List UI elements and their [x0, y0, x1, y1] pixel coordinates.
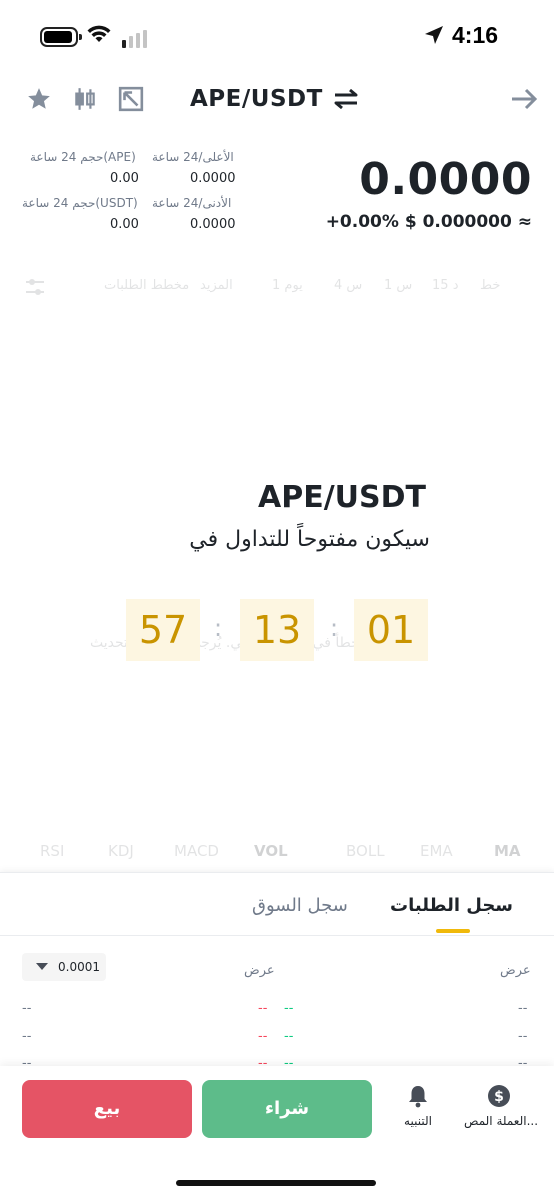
- countdown-box-3: 01: [354, 599, 428, 661]
- pair-header: APE/USDT: [0, 74, 554, 124]
- interval-line[interactable]: خط: [480, 278, 500, 293]
- countdown-pair-title: APE/USDT: [258, 480, 426, 515]
- indicator-ma[interactable]: MA: [494, 842, 521, 860]
- volume-quote-label: حجم 24 ساعة(USDT): [22, 196, 138, 210]
- candlestick-icon[interactable]: [72, 86, 98, 112]
- fiat-currency-label: العملة المص...: [464, 1114, 539, 1128]
- caret-down-icon: [36, 963, 48, 970]
- volume-quote-value: 0.00: [110, 217, 139, 232]
- countdown-box-1: 57: [126, 599, 200, 661]
- column-header-bid: عرض: [500, 963, 531, 978]
- arrow-right-icon[interactable]: [510, 87, 538, 111]
- sell-button[interactable]: بيع: [22, 1080, 192, 1138]
- home-indicator[interactable]: [176, 1180, 376, 1186]
- swap-icon[interactable]: [332, 87, 360, 111]
- indicator-rsi[interactable]: RSI: [40, 842, 64, 860]
- battery-icon: [40, 27, 82, 47]
- countdown-separator: :: [330, 614, 339, 642]
- volume-base-value: 0.00: [110, 171, 139, 186]
- indicator-tabs: RSI KDJ MACD VOL BOLL EMA MA: [0, 840, 554, 866]
- indicator-boll[interactable]: BOLL: [346, 842, 385, 860]
- active-tab-indicator: [436, 929, 470, 933]
- low-24h-label: الأدنى/24 ساعة: [152, 196, 232, 210]
- column-header-ask: عرض: [244, 963, 275, 978]
- status-bar: 4:16: [0, 0, 554, 74]
- volume-base-label: حجم 24 ساعة(APE): [30, 150, 136, 164]
- ask-price: --: [258, 1029, 268, 1044]
- wifi-icon: [87, 25, 111, 42]
- divider: [0, 935, 554, 936]
- interval-1d[interactable]: 1 يوم: [272, 278, 303, 293]
- cellular-signal-icon: [122, 30, 147, 48]
- indicator-kdj[interactable]: KDJ: [108, 842, 134, 860]
- bell-icon: [409, 1086, 427, 1108]
- interval-1h[interactable]: 1 س: [384, 278, 412, 293]
- interval-15m[interactable]: 15 د: [432, 278, 458, 293]
- svg-text:$: $: [494, 1089, 504, 1105]
- high-24h-value: 0.0000: [190, 171, 236, 186]
- indicator-macd[interactable]: MACD: [174, 842, 219, 860]
- star-icon[interactable]: [26, 86, 52, 112]
- tab-market-trades[interactable]: سجل السوق: [252, 895, 348, 916]
- last-price: 0.0000: [359, 154, 532, 205]
- market-stats: الأعلى/24 ساعة 0.0000 حجم 24 ساعة(APE) 0…: [0, 140, 554, 240]
- alert-button[interactable]: التنبيه: [398, 1084, 438, 1128]
- interval-4h[interactable]: 4 س: [334, 278, 362, 293]
- bid-price: --: [284, 1001, 294, 1016]
- ask-price: --: [258, 1001, 268, 1016]
- indicator-ema[interactable]: EMA: [420, 842, 453, 860]
- precision-value: 0.0001: [58, 960, 100, 974]
- bid-price: --: [284, 1029, 294, 1044]
- trade-action-bar: بيع شراء التنبيه $ العملة المص...: [0, 1066, 554, 1200]
- tab-order-book[interactable]: سجل الطلبات: [390, 895, 513, 916]
- countdown-subtitle: سيكون مفتوحاً للتداول في: [189, 527, 430, 552]
- countdown-separator: :: [214, 614, 223, 642]
- location-arrow-icon: [425, 26, 443, 44]
- depth-chart-tab[interactable]: مخطط الطلبات: [104, 278, 189, 293]
- status-time: 4:16: [452, 22, 499, 48]
- alert-label: التنبيه: [404, 1114, 432, 1128]
- interval-more[interactable]: المزيد: [200, 278, 233, 293]
- order-row-left: --: [22, 1029, 32, 1044]
- order-row-left: --: [22, 1001, 32, 1016]
- fiat-currency-button[interactable]: $ العملة المص...: [464, 1084, 539, 1128]
- countdown-box-2: 13: [240, 599, 314, 661]
- pair-title[interactable]: APE/USDT: [190, 86, 323, 112]
- price-change-fiat: +0.00% $ 0.000000 ≈: [325, 212, 532, 232]
- buy-button[interactable]: شراء: [202, 1080, 372, 1138]
- low-24h-value: 0.0000: [190, 217, 236, 232]
- order-row-right: --: [518, 1001, 528, 1016]
- precision-dropdown[interactable]: 0.0001: [22, 953, 106, 981]
- dollar-coin-icon: $: [488, 1085, 510, 1107]
- expand-icon[interactable]: [118, 86, 144, 112]
- indicator-vol[interactable]: VOL: [254, 842, 288, 860]
- high-24h-label: الأعلى/24 ساعة: [152, 150, 234, 164]
- chart-settings-icon[interactable]: [24, 276, 46, 298]
- order-row-right: --: [518, 1029, 528, 1044]
- chart-toolbar: خط 15 د 1 س 4 س 1 يوم المزيد مخطط الطلبا…: [0, 272, 554, 302]
